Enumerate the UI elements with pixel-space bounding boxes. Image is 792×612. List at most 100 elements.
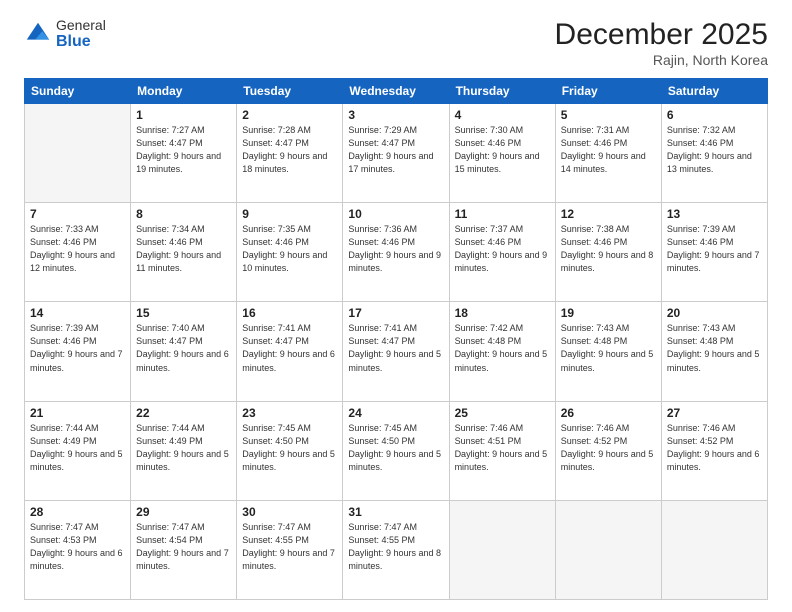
calendar-cell (449, 500, 555, 599)
weekday-header-monday: Monday (131, 79, 237, 104)
weekday-header-wednesday: Wednesday (343, 79, 449, 104)
logo-blue-text: Blue (56, 33, 106, 51)
calendar-cell: 6 Sunrise: 7:32 AMSunset: 4:46 PMDaylight… (661, 104, 767, 203)
day-info: Sunrise: 7:31 AMSunset: 4:46 PMDaylight:… (561, 124, 656, 176)
day-number: 18 (455, 306, 550, 320)
calendar-cell: 31 Sunrise: 7:47 AMSunset: 4:55 PMDayligh… (343, 500, 449, 599)
day-info: Sunrise: 7:45 AMSunset: 4:50 PMDaylight:… (348, 422, 443, 474)
day-info: Sunrise: 7:45 AMSunset: 4:50 PMDaylight:… (242, 422, 337, 474)
location: Rajin, North Korea (555, 52, 768, 68)
day-number: 23 (242, 406, 337, 420)
calendar-cell: 5 Sunrise: 7:31 AMSunset: 4:46 PMDaylight… (555, 104, 661, 203)
calendar-cell: 9Sunrise: 7:35 AMSunset: 4:46 PMDaylight… (237, 203, 343, 302)
day-info: Sunrise: 7:33 AMSunset: 4:46 PMDaylight:… (30, 223, 125, 275)
logo-text: General Blue (56, 18, 106, 51)
day-number: 24 (348, 406, 443, 420)
day-number: 2 (242, 108, 337, 122)
calendar-cell: 4 Sunrise: 7:30 AMSunset: 4:46 PMDaylight… (449, 104, 555, 203)
day-number: 7 (30, 207, 125, 221)
day-number: 31 (348, 505, 443, 519)
day-info: Sunrise: 7:34 AMSunset: 4:46 PMDaylight:… (136, 223, 231, 275)
day-info: Sunrise: 7:38 AMSunset: 4:46 PMDaylight:… (561, 223, 656, 275)
day-number: 13 (667, 207, 762, 221)
calendar-cell: 24 Sunrise: 7:45 AMSunset: 4:50 PMDayligh… (343, 401, 449, 500)
day-info: Sunrise: 7:40 AMSunset: 4:47 PMDaylight:… (136, 322, 231, 374)
day-number: 30 (242, 505, 337, 519)
calendar-cell: 8 Sunrise: 7:34 AMSunset: 4:46 PMDaylight… (131, 203, 237, 302)
day-info: Sunrise: 7:46 AMSunset: 4:52 PMDaylight:… (667, 422, 762, 474)
month-year: December 2025 (555, 18, 768, 52)
day-number: 11 (455, 207, 550, 221)
day-info: Sunrise: 7:44 AMSunset: 4:49 PMDaylight:… (30, 422, 125, 474)
weekday-header-thursday: Thursday (449, 79, 555, 104)
day-info: Sunrise: 7:30 AMSunset: 4:46 PMDaylight:… (455, 124, 550, 176)
calendar-cell: 19 Sunrise: 7:43 AMSunset: 4:48 PMDayligh… (555, 302, 661, 401)
calendar-cell: 7 Sunrise: 7:33 AMSunset: 4:46 PMDaylight… (25, 203, 131, 302)
day-info: Sunrise: 7:37 AMSunset: 4:46 PMDaylight:… (455, 223, 550, 275)
calendar-cell: 27 Sunrise: 7:46 AMSunset: 4:52 PMDayligh… (661, 401, 767, 500)
day-number: 5 (561, 108, 656, 122)
calendar-cell: 2 Sunrise: 7:28 AMSunset: 4:47 PMDaylight… (237, 104, 343, 203)
day-number: 27 (667, 406, 762, 420)
calendar-cell: 20Sunrise: 7:43 AMSunset: 4:48 PMDayligh… (661, 302, 767, 401)
calendar-cell: 18Sunrise: 7:42 AMSunset: 4:48 PMDayligh… (449, 302, 555, 401)
calendar-cell: 14 Sunrise: 7:39 AMSunset: 4:46 PMDayligh… (25, 302, 131, 401)
day-info: Sunrise: 7:43 AMSunset: 4:48 PMDaylight:… (667, 322, 762, 374)
page: General Blue December 2025 Rajin, North … (0, 0, 792, 612)
day-info: Sunrise: 7:39 AMSunset: 4:46 PMDaylight:… (30, 322, 125, 374)
day-info: Sunrise: 7:46 AMSunset: 4:52 PMDaylight:… (561, 422, 656, 474)
day-info: Sunrise: 7:47 AMSunset: 4:54 PMDaylight:… (136, 521, 231, 573)
calendar-cell (555, 500, 661, 599)
calendar-cell: 23 Sunrise: 7:45 AMSunset: 4:50 PMDayligh… (237, 401, 343, 500)
calendar-cell (661, 500, 767, 599)
logo: General Blue (24, 18, 106, 51)
title-block: December 2025 Rajin, North Korea (555, 18, 768, 68)
calendar-cell: 25 Sunrise: 7:46 AMSunset: 4:51 PMDayligh… (449, 401, 555, 500)
day-number: 4 (455, 108, 550, 122)
day-number: 25 (455, 406, 550, 420)
day-info: Sunrise: 7:46 AMSunset: 4:51 PMDaylight:… (455, 422, 550, 474)
calendar-cell: 10 Sunrise: 7:36 AMSunset: 4:46 PMDayligh… (343, 203, 449, 302)
weekday-header-friday: Friday (555, 79, 661, 104)
day-number: 1 (136, 108, 231, 122)
weekday-header-row: SundayMondayTuesdayWednesdayThursdayFrid… (25, 79, 768, 104)
day-number: 12 (561, 207, 656, 221)
day-info: Sunrise: 7:39 AMSunset: 4:46 PMDaylight:… (667, 223, 762, 275)
day-info: Sunrise: 7:28 AMSunset: 4:47 PMDaylight:… (242, 124, 337, 176)
calendar-cell: 28Sunrise: 7:47 AMSunset: 4:53 PMDayligh… (25, 500, 131, 599)
weekday-header-saturday: Saturday (661, 79, 767, 104)
day-number: 21 (30, 406, 125, 420)
logo-general-text: General (56, 18, 106, 33)
day-info: Sunrise: 7:27 AMSunset: 4:47 PMDaylight:… (136, 124, 231, 176)
day-number: 3 (348, 108, 443, 122)
calendar-cell: 21 Sunrise: 7:44 AMSunset: 4:49 PMDayligh… (25, 401, 131, 500)
calendar-cell: 11 Sunrise: 7:37 AMSunset: 4:46 PMDayligh… (449, 203, 555, 302)
day-info: Sunrise: 7:36 AMSunset: 4:46 PMDaylight:… (348, 223, 443, 275)
day-number: 22 (136, 406, 231, 420)
day-info: Sunrise: 7:47 AMSunset: 4:55 PMDaylight:… (242, 521, 337, 573)
week-row-1: 7 Sunrise: 7:33 AMSunset: 4:46 PMDaylight… (25, 203, 768, 302)
day-number: 16 (242, 306, 337, 320)
day-number: 6 (667, 108, 762, 122)
day-number: 10 (348, 207, 443, 221)
day-info: Sunrise: 7:41 AMSunset: 4:47 PMDaylight:… (242, 322, 337, 374)
day-number: 14 (30, 306, 125, 320)
day-number: 8 (136, 207, 231, 221)
week-row-2: 14 Sunrise: 7:39 AMSunset: 4:46 PMDayligh… (25, 302, 768, 401)
week-row-4: 28Sunrise: 7:47 AMSunset: 4:53 PMDayligh… (25, 500, 768, 599)
day-number: 19 (561, 306, 656, 320)
calendar-cell: 16 Sunrise: 7:41 AMSunset: 4:47 PMDayligh… (237, 302, 343, 401)
calendar-cell: 3Sunrise: 7:29 AMSunset: 4:47 PMDaylight… (343, 104, 449, 203)
calendar-cell: 22 Sunrise: 7:44 AMSunset: 4:49 PMDayligh… (131, 401, 237, 500)
day-number: 9 (242, 207, 337, 221)
day-number: 17 (348, 306, 443, 320)
calendar-cell: 12 Sunrise: 7:38 AMSunset: 4:46 PMDayligh… (555, 203, 661, 302)
header: General Blue December 2025 Rajin, North … (24, 18, 768, 68)
day-info: Sunrise: 7:44 AMSunset: 4:49 PMDaylight:… (136, 422, 231, 474)
calendar-cell (25, 104, 131, 203)
day-info: Sunrise: 7:41 AMSunset: 4:47 PMDaylight:… (348, 322, 443, 374)
day-number: 28 (30, 505, 125, 519)
day-info: Sunrise: 7:43 AMSunset: 4:48 PMDaylight:… (561, 322, 656, 374)
day-info: Sunrise: 7:47 AMSunset: 4:55 PMDaylight:… (348, 521, 443, 573)
day-info: Sunrise: 7:32 AMSunset: 4:46 PMDaylight:… (667, 124, 762, 176)
